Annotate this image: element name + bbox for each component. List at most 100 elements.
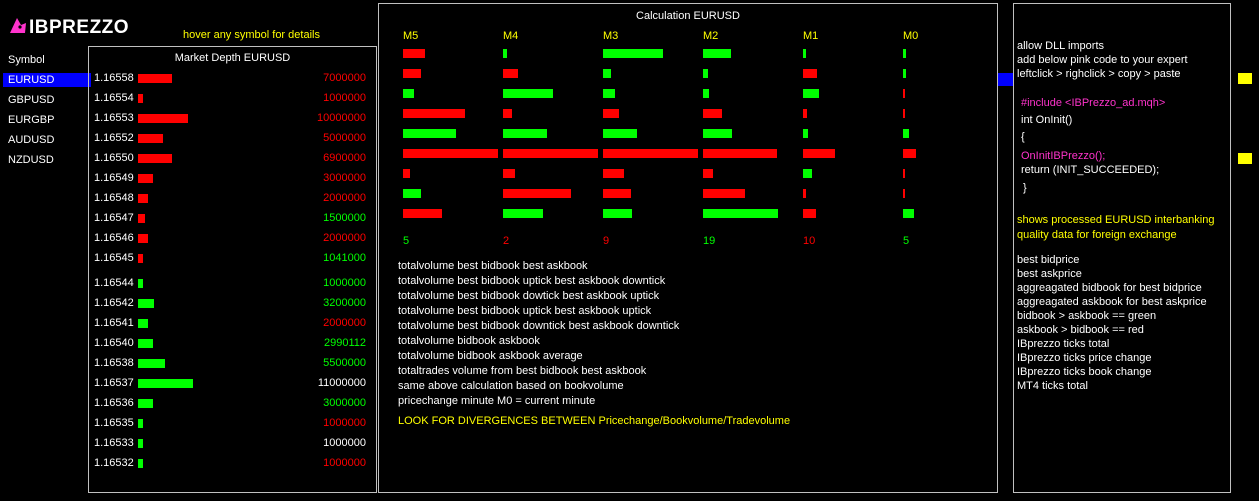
- depth-price: 1.16535: [94, 417, 134, 429]
- depth-volume-bar: [138, 234, 148, 243]
- depth-volume: 3000000: [323, 397, 366, 409]
- code-line: int OnInit(): [1021, 114, 1073, 126]
- brand-logo: [8, 15, 28, 38]
- logo-icon: [10, 18, 26, 33]
- calc-description-line: totalvolume best bidbook downtick best a…: [398, 320, 680, 332]
- symbol-header: Symbol: [8, 54, 45, 66]
- depth-volume: 1000000: [323, 457, 366, 469]
- depth-price: 1.16533: [94, 437, 134, 449]
- depth-volume-bar: [138, 299, 154, 308]
- info-content: allow DLL imports add below pink code to …: [1014, 4, 1230, 492]
- calc-description-line: totalvolume bidbook askbook average: [398, 350, 583, 362]
- calc-description-line: totalvolume best bidbook uptick best ask…: [398, 275, 666, 287]
- depth-price: 1.16546: [94, 232, 134, 244]
- shows-description: quality data for foreign exchange: [1017, 229, 1177, 241]
- code-line-copyable[interactable]: #include <IBPrezzo_ad.mqh>: [1021, 97, 1165, 109]
- depth-price: 1.16542: [94, 297, 134, 309]
- legend-line: IBprezzo ticks price change: [1017, 352, 1152, 364]
- instruction-line: leftclick > righclick > copy > paste: [1017, 68, 1181, 80]
- depth-volume: 3000000: [323, 172, 366, 184]
- legend-line: IBprezzo ticks total: [1017, 338, 1110, 350]
- depth-price: 1.16540: [94, 337, 134, 349]
- calc-description-line: totalvolume best bidbook uptick best ask…: [398, 305, 652, 317]
- active-symbol-stripe: [997, 73, 1013, 86]
- hover-hint: hover any symbol for details: [183, 29, 320, 41]
- depth-price: 1.16548: [94, 192, 134, 204]
- depth-volume-bar: [138, 279, 143, 288]
- calc-description-line: pricechange minute M0 = current minute: [398, 395, 596, 407]
- legend-line: aggreagated bidbook for best bidprice: [1017, 282, 1202, 294]
- depth-volume: 11000000: [317, 377, 366, 389]
- depth-volume: 1000000: [323, 277, 366, 289]
- legend-line: MT4 ticks total: [1017, 380, 1088, 392]
- legend-line: askbook > bidbook == red: [1017, 324, 1144, 336]
- depth-volume: 1000000: [323, 437, 366, 449]
- symbol-item-gbpusd[interactable]: GBPUSD: [3, 93, 91, 107]
- depth-rows: 1.16558 7000000 1.16554 1000000 1.16553 10000…: [89, 47, 376, 492]
- depth-volume: 5000000: [323, 132, 366, 144]
- depth-volume: 2000000: [323, 317, 366, 329]
- depth-volume-bar: [138, 339, 153, 348]
- depth-price: 1.16544: [94, 277, 134, 289]
- depth-price: 1.16553: [94, 112, 134, 124]
- symbol-item-audusd[interactable]: AUDUSD: [3, 133, 91, 147]
- brand-name: IBPREZZO: [29, 17, 130, 38]
- symbol-item-eurgbp[interactable]: EURGBP: [3, 113, 91, 127]
- calculation-panel: Calculation EURUSD M5 5 M4 2 M3 9 M2 19 M1 10 M0 5 …: [378, 3, 998, 493]
- depth-price: 1.16547: [94, 212, 134, 224]
- legend-line: bidbook > askbook == green: [1017, 310, 1157, 322]
- depth-price: 1.16554: [94, 92, 134, 104]
- depth-volume-bar: [138, 134, 163, 143]
- depth-volume: 5500000: [323, 357, 366, 369]
- depth-volume-bar: [138, 439, 143, 448]
- calc-description-line: totaltrades volume from best bidbook bes…: [398, 365, 647, 377]
- divergence-note: LOOK FOR DIVERGENCES BETWEEN Pricechange…: [398, 415, 791, 427]
- symbol-item-nzdusd[interactable]: NZDUSD: [3, 153, 91, 167]
- depth-volume-bar: [138, 419, 143, 428]
- calc-description-line: same above calculation based on bookvolu…: [398, 380, 624, 392]
- depth-price: 1.16545: [94, 252, 134, 264]
- depth-volume: 3200000: [323, 297, 366, 309]
- depth-volume-bar: [138, 319, 148, 328]
- legend-line: best bidprice: [1017, 254, 1080, 266]
- depth-volume-bar: [138, 174, 153, 183]
- calc-description-line: totalvolume bidbook askbook: [398, 335, 540, 347]
- depth-volume-bar: [138, 459, 143, 468]
- instruction-line: allow DLL imports: [1017, 40, 1105, 52]
- depth-price: 1.16552: [94, 132, 134, 144]
- depth-volume-bar: [138, 74, 172, 83]
- code-line: }: [1023, 182, 1027, 194]
- calc-description-line: totalvolume best bidbook dowtick best as…: [398, 290, 660, 302]
- depth-price: 1.16550: [94, 152, 134, 164]
- calc-description-line: totalvolume best bidbook best askbook: [398, 260, 588, 272]
- shows-description: shows processed EURUSD interbanking: [1017, 214, 1215, 226]
- depth-price: 1.16532: [94, 457, 134, 469]
- copy-marker-2[interactable]: [1238, 153, 1252, 164]
- market-depth-panel: Market Depth EURUSD 1.16558 7000000 1.1655…: [88, 46, 377, 493]
- depth-volume: 1041000: [323, 252, 366, 264]
- code-line-copyable[interactable]: OnInitIBPrezzo();: [1021, 150, 1105, 162]
- depth-volume: 6900000: [323, 152, 366, 164]
- code-line: {: [1021, 131, 1025, 143]
- depth-volume: 7000000: [323, 72, 366, 84]
- depth-volume: 2000000: [323, 232, 366, 244]
- calculation-descriptions: totalvolume best bidbook best askbook tot…: [379, 4, 997, 492]
- info-panel: allow DLL imports add below pink code to …: [1013, 3, 1231, 493]
- depth-volume-bar: [138, 379, 193, 388]
- depth-volume-bar: [138, 194, 148, 203]
- depth-volume-bar: [138, 114, 188, 123]
- depth-volume: 10000000: [317, 112, 366, 124]
- instruction-line: add below pink code to your expert: [1017, 54, 1188, 66]
- depth-price: 1.16558: [94, 72, 134, 84]
- depth-volume-bar: [138, 254, 143, 263]
- legend-line: IBprezzo ticks book change: [1017, 366, 1152, 378]
- depth-volume-bar: [138, 154, 172, 163]
- legend-line: aggreagated askbook for best askprice: [1017, 296, 1207, 308]
- symbol-item-eurusd[interactable]: EURUSD: [3, 73, 91, 87]
- depth-price: 1.16538: [94, 357, 134, 369]
- depth-volume: 1000000: [323, 417, 366, 429]
- depth-volume-bar: [138, 214, 145, 223]
- depth-price: 1.16541: [94, 317, 134, 329]
- copy-marker-1[interactable]: [1238, 73, 1252, 84]
- depth-volume-bar: [138, 399, 153, 408]
